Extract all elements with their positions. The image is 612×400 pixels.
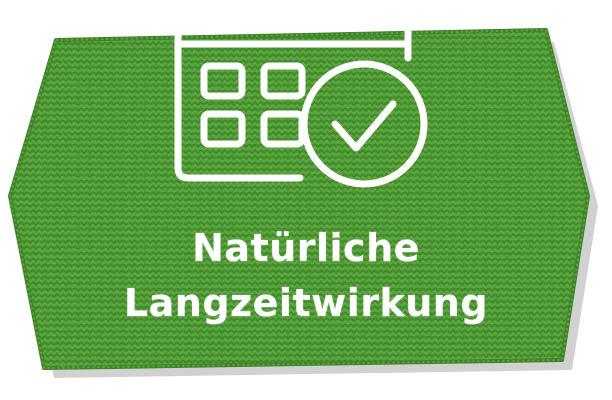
badge-title-line-1: Natürliche [192, 226, 420, 270]
badge-title-line-2: Langzeitwirkung [123, 281, 489, 325]
felt-badge [8, 0, 598, 378]
badge-stage: Natürliche Langzeitwirkung [0, 0, 612, 400]
